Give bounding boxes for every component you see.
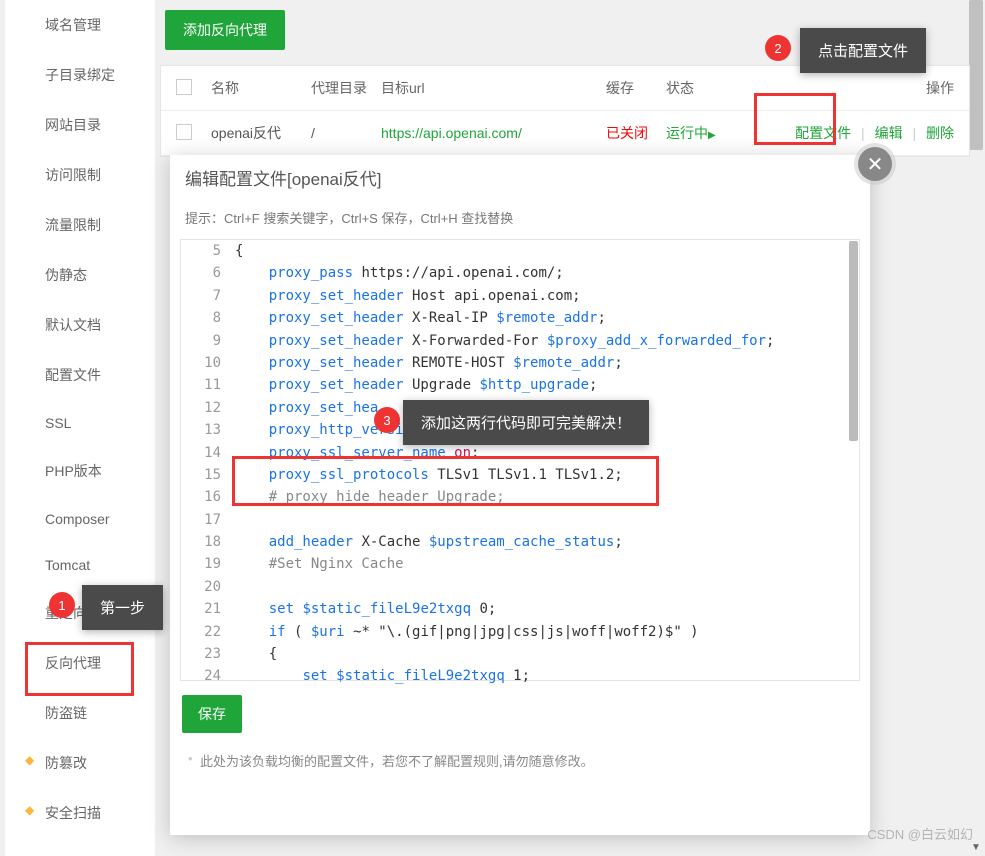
save-button[interactable]: 保存 [182, 695, 242, 733]
code-line-20[interactable] [235, 576, 859, 598]
code-line-21[interactable]: set $static_fileL9e2txgq 0; [235, 598, 859, 620]
code-line-16[interactable]: # proxy_hide_header Upgrade; [235, 486, 859, 508]
code-line-12[interactable]: proxy_set_hea "Connection" "upgrade"; [235, 397, 859, 419]
code-line-10[interactable]: proxy_set_header REMOTE-HOST $remote_add… [235, 352, 859, 374]
watermark: CSDN @白云如幻 [867, 824, 973, 843]
sidebar-item-4[interactable]: 流量限制 [5, 200, 155, 250]
code-line-19[interactable]: #Set Nginx Cache [235, 553, 859, 575]
sidebar-item-label: 子目录绑定 [45, 67, 115, 83]
sidebar-item-label: PHP版本 [45, 463, 102, 479]
sidebar-item-label: 访问限制 [45, 167, 101, 183]
play-icon: ▶ [708, 130, 716, 141]
sidebar-item-1[interactable]: 子目录绑定 [5, 50, 155, 100]
scroll-thumb[interactable] [969, 0, 983, 150]
diamond-icon: ◆ [25, 803, 34, 817]
select-all-checkbox[interactable] [176, 79, 192, 95]
sidebar-item-10[interactable]: Composer [5, 496, 155, 542]
code-line-22[interactable]: if ( $uri ~* "\.(gif|png|jpg|css|js|woff… [235, 621, 859, 643]
sidebar-item-label: 流量限制 [45, 217, 101, 233]
sidebar-item-label: 默认文档 [45, 317, 101, 333]
header-url: 目标url [381, 78, 606, 98]
sidebar-item-label: SSL [45, 415, 71, 431]
edit-config-modal: ✕ 编辑配置文件[openai反代] 提示：Ctrl+F 搜索关键字，Ctrl+… [170, 155, 870, 835]
sidebar-item-label: 防盗链 [45, 705, 87, 721]
code-line-7[interactable]: proxy_set_header Host api.openai.com; [235, 285, 859, 307]
sidebar-item-label: 防篡改 [45, 755, 87, 771]
modal-hint: 提示：Ctrl+F 搜索关键字，Ctrl+S 保存，Ctrl+H 查找替换 [170, 208, 870, 239]
code-line-8[interactable]: proxy_set_header X-Real-IP $remote_addr; [235, 307, 859, 329]
sidebar: 域名管理子目录绑定网站目录访问限制流量限制伪静态默认文档配置文件 SSL PHP版本… [5, 0, 155, 856]
sidebar-item-label: 重定向 [45, 605, 87, 621]
header-status: 状态 [666, 78, 736, 98]
sidebar-item-label: 配置文件 [45, 367, 101, 383]
sidebar-item-label: 安全扫描 [45, 805, 101, 821]
config-file-link[interactable]: 配置文件 [795, 125, 851, 141]
sidebar-item-5[interactable]: 伪静态 [5, 250, 155, 300]
code-line-18[interactable]: add_header X-Cache $upstream_cache_statu… [235, 531, 859, 553]
sidebar-item-3[interactable]: 访问限制 [5, 150, 155, 200]
proxy-table: 名称 代理目录 目标url 缓存 状态 操作 openai反代 / https:… [160, 65, 970, 157]
sidebar-item-14[interactable]: 防盗链 [5, 688, 155, 738]
sidebar-item-label: 网站目录 [45, 117, 101, 133]
sidebar-item-label: 反向代理 [45, 655, 101, 671]
header-ops: 操作 [736, 78, 954, 98]
table-row: openai反代 / https://api.openai.com/ 已关闭 运… [161, 111, 969, 156]
modal-title: 编辑配置文件[openai反代] [170, 155, 870, 208]
row-name: openai反代 [211, 123, 311, 143]
code-area[interactable]: { proxy_pass https://api.openai.com/; pr… [229, 240, 859, 680]
code-line-5[interactable]: { [235, 240, 859, 262]
header-dir: 代理目录 [311, 78, 381, 98]
sidebar-item-label: Composer [45, 511, 110, 527]
sidebar-item-13[interactable]: 反向代理 [5, 638, 155, 688]
sidebar-item-8[interactable]: SSL [5, 400, 155, 446]
code-line-14[interactable]: proxy_ssl_server_name on; [235, 442, 859, 464]
code-line-13[interactable]: proxy_http_version 1.1; [235, 419, 859, 441]
header-cache: 缓存 [606, 78, 666, 98]
modal-footer-text: 此处为该负载均衡的配置文件，若您不了解配置规则,请勿随意修改。 [170, 751, 870, 790]
sidebar-item-2[interactable]: 网站目录 [5, 100, 155, 150]
code-line-11[interactable]: proxy_set_header Upgrade $http_upgrade; [235, 374, 859, 396]
sidebar-item-15[interactable]: ◆ 防篡改 [5, 738, 155, 788]
sidebar-item-label: 伪静态 [45, 267, 87, 283]
row-status[interactable]: 运行中▶ [666, 123, 736, 143]
sidebar-item-label: Tomcat [45, 557, 90, 573]
header-name: 名称 [211, 78, 311, 98]
code-line-9[interactable]: proxy_set_header X-Forwarded-For $proxy_… [235, 330, 859, 352]
sidebar-item-16[interactable]: ◆ 安全扫描 [5, 788, 155, 838]
row-ops: 配置文件 | 编辑 | 删除 [736, 123, 954, 143]
code-line-17[interactable] [235, 509, 859, 531]
code-line-24[interactable]: set $static_fileL9e2txgq 1; [235, 665, 859, 687]
table-header: 名称 代理目录 目标url 缓存 状态 操作 [161, 66, 969, 111]
sidebar-item-label: 域名管理 [45, 17, 101, 33]
delete-link[interactable]: 删除 [926, 125, 954, 141]
sidebar-item-11[interactable]: Tomcat [5, 542, 155, 588]
sidebar-item-7[interactable]: 配置文件 [5, 350, 155, 400]
line-gutter: 56789101112131415161718192021222324 [181, 240, 229, 680]
diamond-icon: ◆ [25, 753, 34, 767]
sidebar-item-6[interactable]: 默认文档 [5, 300, 155, 350]
code-line-6[interactable]: proxy_pass https://api.openai.com/; [235, 262, 859, 284]
code-line-15[interactable]: proxy_ssl_protocols TLSv1 TLSv1.1 TLSv1.… [235, 464, 859, 486]
code-line-23[interactable]: { [235, 643, 859, 665]
row-cache-toggle[interactable]: 已关闭 [606, 123, 666, 143]
row-dir: / [311, 125, 381, 141]
code-editor[interactable]: 56789101112131415161718192021222324 { pr… [180, 239, 860, 681]
editor-scrollbar[interactable] [849, 241, 858, 441]
close-icon[interactable]: ✕ [858, 147, 892, 181]
row-url-link[interactable]: https://api.openai.com/ [381, 125, 606, 141]
add-reverse-proxy-button[interactable]: 添加反向代理 [165, 10, 285, 50]
sidebar-item-0[interactable]: 域名管理 [5, 0, 155, 50]
row-checkbox[interactable] [176, 124, 192, 140]
sidebar-item-9[interactable]: PHP版本 [5, 446, 155, 496]
edit-link[interactable]: 编辑 [875, 125, 903, 141]
sidebar-item-12[interactable]: 重定向 [5, 588, 155, 638]
